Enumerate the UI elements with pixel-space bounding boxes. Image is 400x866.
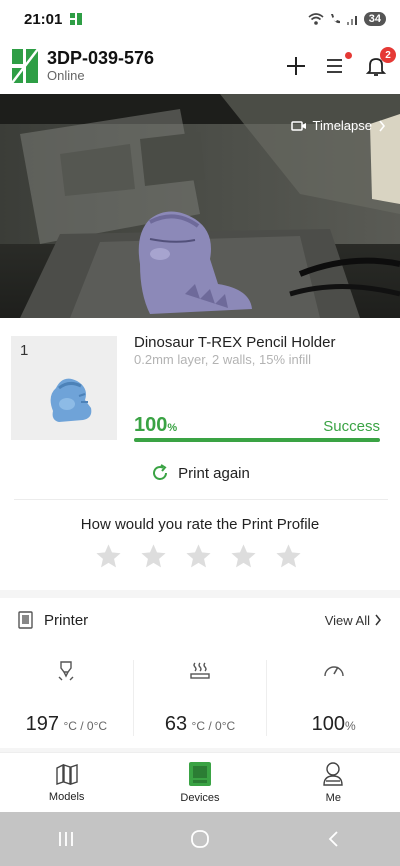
model-thumbnail[interactable]: 1 [11, 336, 117, 440]
nozzle-reading: 197 °C / 0°C [26, 713, 107, 736]
rating-stars [94, 542, 303, 571]
status-bar: 21:01 34 [0, 0, 400, 38]
printer-label: Printer [44, 611, 89, 629]
chevron-right-icon [375, 614, 381, 626]
wifi-icon [308, 13, 324, 25]
refresh-icon [153, 464, 168, 480]
printer-stats: 197 °C / 0°C 63 °C / 0°C 100% [0, 660, 400, 736]
notification-count-badge: 2 [380, 47, 396, 63]
devices-icon [188, 762, 211, 786]
app-notification-icon [70, 13, 83, 25]
nozzle-icon [58, 661, 74, 681]
menu-alert-dot [345, 52, 352, 59]
print-again-label: Print again [178, 464, 250, 482]
bottom-navigation: Models Devices Me [0, 752, 400, 812]
heatbed-reading: 63 °C / 0°C [165, 713, 235, 736]
battery-indicator: 34 [363, 12, 386, 26]
nav-me-label: Me [325, 792, 341, 804]
section-separator [0, 590, 400, 598]
job-name: Dinosaur T-REX Pencil Holder [134, 334, 336, 351]
chevron-right-icon [379, 120, 386, 131]
speed-value: 100 [311, 713, 346, 735]
progress-value: 100 [134, 414, 168, 436]
video-camera-icon [290, 120, 306, 131]
models-icon [55, 763, 78, 785]
print-speed[interactable]: 100% [266, 660, 400, 736]
nozzle-temperature[interactable]: 197 °C / 0°C [0, 660, 133, 736]
speed-reading: 100% [312, 713, 356, 736]
nozzle-unit: °C / 0°C [63, 719, 108, 733]
device-name: 3DP-039-576 [47, 48, 155, 68]
job-settings: 0.2mm layer, 2 walls, 15% infill [134, 352, 312, 367]
rating-star-3[interactable] [184, 542, 213, 571]
nozzle-value: 197 [25, 713, 59, 735]
speed-gauge-icon [323, 666, 344, 677]
nav-me[interactable]: Me [267, 753, 400, 812]
progress-bar-fill [134, 438, 380, 442]
system-navigation-bar [0, 812, 400, 866]
notifications-button[interactable]: 2 [364, 47, 396, 78]
recent-apps-icon[interactable] [56, 829, 76, 849]
progress-bar [134, 438, 380, 442]
nav-devices-label: Devices [180, 792, 220, 804]
brand-logo-icon [12, 49, 38, 83]
nav-devices[interactable]: Devices [133, 753, 266, 812]
job-status: Success [323, 418, 380, 435]
add-device-button[interactable] [284, 54, 308, 78]
rating-star-5[interactable] [274, 542, 303, 571]
call-icon [330, 14, 340, 24]
view-all-label: View All [324, 612, 370, 628]
plate-number: 1 [20, 342, 29, 359]
nav-models-label: Models [48, 791, 85, 803]
progress-percent: 100% [134, 414, 177, 437]
rating-star-4[interactable] [229, 542, 258, 571]
plus-icon [287, 57, 305, 75]
back-icon[interactable] [324, 829, 344, 849]
heatbed-icon [190, 662, 210, 679]
status-icons: 34 [308, 12, 386, 26]
progress-unit: % [167, 422, 178, 434]
printer-section-header: Printer View All [0, 606, 400, 634]
timelapse-button[interactable]: Timelapse [290, 118, 386, 133]
device-status: Online [47, 68, 85, 83]
clock: 21:01 [24, 10, 63, 28]
print-again-button[interactable]: Print again [0, 460, 400, 486]
device-title-block[interactable]: 3DP-039-576 Online [47, 48, 154, 84]
heatbed-unit: °C / 0°C [191, 719, 236, 733]
menu-button[interactable] [324, 52, 352, 78]
nav-models[interactable]: Models [0, 753, 133, 812]
rating-star-2[interactable] [139, 542, 168, 571]
divider [14, 499, 388, 500]
speed-unit: % [345, 719, 356, 733]
list-menu-icon [327, 59, 342, 73]
home-icon[interactable] [189, 828, 211, 850]
timelapse-label: Timelapse [312, 118, 372, 133]
header-actions: 2 [284, 47, 396, 78]
rating-title: How would you rate the Print Profile [80, 516, 320, 533]
profile-icon [323, 762, 344, 786]
view-all-button[interactable]: View All [325, 613, 382, 628]
heatbed-value: 63 [164, 713, 188, 735]
device-header: 3DP-039-576 Online 2 [0, 40, 400, 92]
printer-document-icon [18, 611, 33, 629]
rating-star-1[interactable] [94, 542, 123, 571]
heatbed-temperature[interactable]: 63 °C / 0°C [132, 660, 267, 736]
signal-icon [346, 16, 357, 25]
camera-feed[interactable]: Timelapse [0, 94, 400, 318]
